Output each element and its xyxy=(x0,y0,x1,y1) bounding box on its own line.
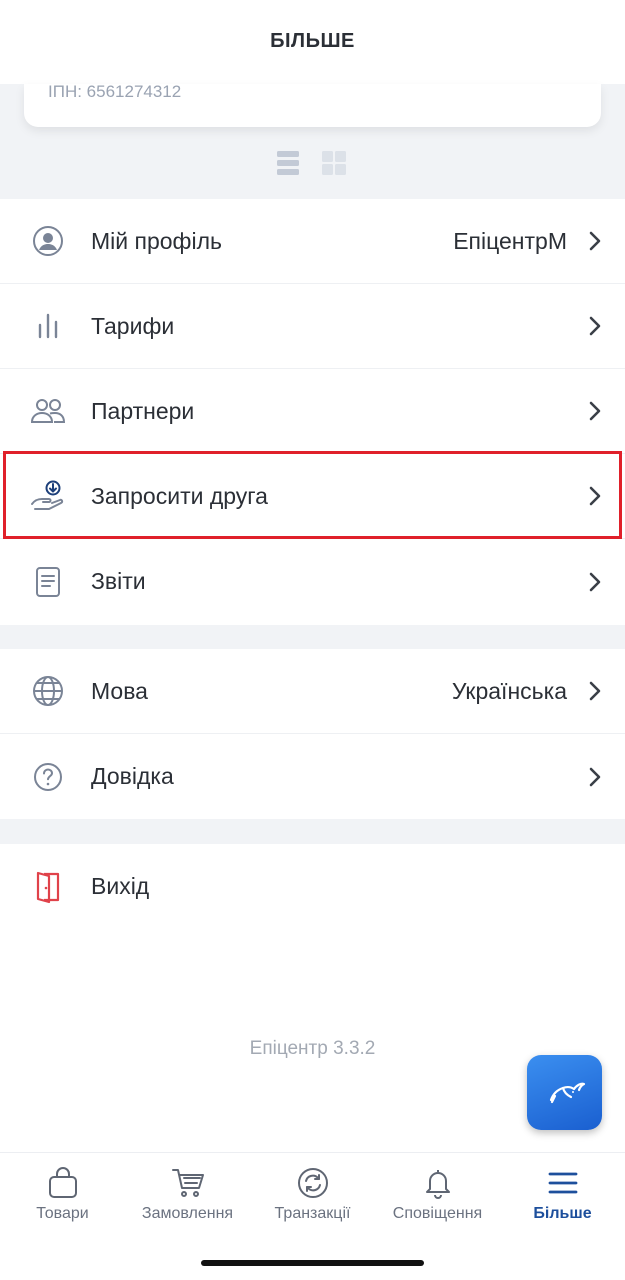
menu-item-help[interactable]: Довідка xyxy=(0,734,625,819)
bag-icon xyxy=(45,1165,81,1201)
invite-friend-icon xyxy=(30,478,66,514)
profile-area: ІПН: 6561274312 xyxy=(0,82,625,199)
menu-group-logout: Вихід xyxy=(0,844,625,929)
section-divider xyxy=(0,819,625,844)
nav-label: Транзакції xyxy=(274,1205,351,1222)
nav-label: Більше xyxy=(533,1205,592,1222)
transactions-icon xyxy=(295,1165,331,1201)
menu-item-label: Мова xyxy=(91,677,148,704)
nav-item-transactions[interactable]: Транзакції xyxy=(250,1165,375,1223)
menu-item-value: ЕпіцентрМ xyxy=(453,227,567,254)
nav-item-orders[interactable]: Замовлення xyxy=(125,1165,250,1223)
menu-item-label: Тарифи xyxy=(91,312,175,339)
menu-item-logout[interactable]: Вихід xyxy=(0,844,625,929)
menu-item-invite-friend[interactable]: Запросити друга xyxy=(0,454,625,539)
nav-item-notifications[interactable]: Сповіщення xyxy=(375,1165,500,1223)
chevron-right-icon xyxy=(587,485,603,507)
chevron-right-icon xyxy=(587,766,603,788)
menu-item-language[interactable]: Мова Українська xyxy=(0,649,625,734)
menu-item-tariffs[interactable]: Тарифи xyxy=(0,284,625,369)
nav-label: Товари xyxy=(36,1205,89,1222)
chevron-right-icon xyxy=(587,230,603,252)
top-header: БІЛЬШЕ xyxy=(0,0,625,84)
list-view-icon[interactable] xyxy=(276,150,300,176)
menu-item-label: Вихід xyxy=(91,873,150,899)
nav-item-more[interactable]: Більше xyxy=(500,1165,625,1223)
chevron-right-icon xyxy=(587,571,603,593)
menu-item-partners[interactable]: Партнери xyxy=(0,369,625,454)
profile-icon xyxy=(30,223,66,259)
nav-label: Сповіщення xyxy=(392,1205,483,1222)
help-icon xyxy=(30,759,66,795)
chevron-right-icon xyxy=(587,400,603,422)
partners-icon xyxy=(30,393,66,429)
menu-item-reports[interactable]: Звіти xyxy=(0,539,625,624)
chat-assistant-button[interactable] xyxy=(527,1055,602,1130)
grid-view-icon[interactable] xyxy=(322,150,346,176)
menu-item-label: Запросити друга xyxy=(91,482,268,509)
menu-item-label: Мій профіль xyxy=(91,227,222,254)
cart-icon xyxy=(170,1165,206,1201)
report-icon xyxy=(30,564,66,600)
menu-item-label: Довідка xyxy=(91,763,174,789)
page-title: БІЛЬШЕ xyxy=(270,29,355,52)
menu-icon xyxy=(545,1165,581,1201)
section-divider xyxy=(0,625,625,649)
home-indicator xyxy=(201,1260,424,1266)
view-toggle xyxy=(276,150,346,176)
menu-group-main: Мій профіль ЕпіцентрМ Тарифи Партнери За… xyxy=(0,199,625,624)
menu-item-value: Українська xyxy=(451,677,567,704)
menu-item-profile[interactable]: Мій профіль ЕпіцентрМ xyxy=(0,199,625,284)
nav-label: Замовлення xyxy=(141,1205,234,1222)
app-version: Епіцентр 3.3.2 xyxy=(249,1038,376,1059)
globe-icon xyxy=(30,673,66,709)
nav-item-products[interactable]: Товари xyxy=(0,1165,125,1223)
menu-item-label: Звіти xyxy=(91,568,146,594)
bell-icon xyxy=(420,1165,456,1201)
inn-text: ІПН: 6561274312 xyxy=(48,82,182,101)
chevron-right-icon xyxy=(587,315,603,337)
menu-item-label: Партнери xyxy=(91,397,195,424)
profile-card[interactable]: ІПН: 6561274312 xyxy=(24,82,601,127)
logout-door-icon xyxy=(30,869,66,905)
bar-chart-icon xyxy=(30,308,66,344)
goat-logo-icon xyxy=(543,1070,587,1115)
menu-group-settings: Мова Українська Довідка xyxy=(0,649,625,819)
chevron-right-icon xyxy=(587,680,603,702)
